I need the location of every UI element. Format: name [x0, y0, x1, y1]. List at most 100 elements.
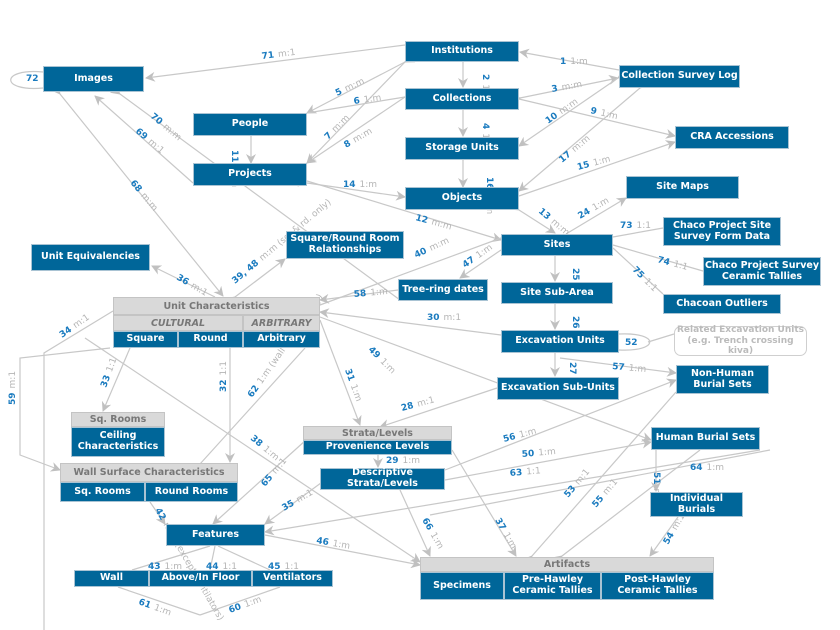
node-site-maps[interactable]: Site Maps: [626, 176, 739, 199]
edge-cardinality: 1:m: [570, 57, 588, 67]
node-images[interactable]: Images: [43, 66, 144, 92]
edge-label-64: 64 1:m: [690, 463, 724, 473]
node-institutions[interactable]: Institutions: [405, 41, 519, 62]
edge-label-35: 35m:1: [281, 488, 315, 514]
node-pre-hawley-ceramic-tallies[interactable]: Pre-Hawley Ceramic Tallies: [504, 572, 601, 600]
edge-number: 10: [544, 111, 560, 126]
edge-label-52: 52: [625, 338, 638, 348]
edge-label-1: 1 1:m: [560, 57, 588, 67]
node-wall[interactable]: Wall: [74, 570, 149, 587]
edge-number: 29: [386, 456, 399, 466]
edge-number: 52: [625, 338, 638, 348]
edge-label-37: 371:m: [492, 517, 518, 551]
edge-14: [297, 176, 406, 201]
edge-number: 1: [560, 57, 566, 67]
node-above-in-floor[interactable]: Above/In Floor: [149, 570, 252, 587]
edge-label-53: 53m:1: [563, 467, 593, 500]
edge-label-40: 40m:m: [413, 236, 451, 261]
edge-label-57: 57 1:m: [612, 362, 647, 375]
node-round[interactable]: Round: [178, 331, 243, 348]
node-objects[interactable]: Objects: [405, 187, 519, 210]
wall-surface-characteristics-header[interactable]: Wall Surface Characteristics: [60, 463, 238, 482]
node-post-hawley-ceramic-tallies[interactable]: Post-Hawley Ceramic Tallies: [601, 572, 714, 600]
edge-number: 53: [563, 484, 579, 500]
node-provenience-levels[interactable]: Provenience Levels: [303, 440, 452, 455]
strata-levels-header: Strata/Levels: [303, 426, 452, 440]
node-people[interactable]: People: [193, 113, 307, 136]
edge-number: 30: [427, 313, 440, 323]
edge-label-8: 8m:m: [343, 127, 375, 151]
node-chacoan-outliers[interactable]: Chacoan Outliers: [663, 294, 781, 314]
edge-label-9: 9 1:m: [589, 106, 618, 122]
node-descriptive-strata-levels[interactable]: Descriptive Strata/Levels: [320, 467, 445, 490]
artifacts-header[interactable]: Artifacts: [420, 557, 714, 572]
edge-number: 28: [400, 401, 415, 414]
edge-number: 5: [334, 87, 344, 99]
edge-28: [379, 387, 498, 429]
edge-cardinality: 1:m: [628, 363, 646, 374]
node-unit-equivalencies[interactable]: Unit Equivalencies: [31, 244, 150, 271]
edge-label-55: 55m:1: [591, 477, 621, 510]
node-specimens[interactable]: Specimens: [420, 572, 504, 600]
node-sites[interactable]: Sites: [501, 234, 613, 256]
edge-number: 69: [133, 127, 149, 143]
edge-number: 64: [690, 463, 703, 473]
edge-label-61: 611:m: [137, 597, 172, 618]
node-individual-burials[interactable]: Individual Burials: [650, 492, 743, 517]
edge-number: 13: [536, 207, 552, 223]
edge-number: 50: [521, 449, 534, 460]
edge-cardinality: m:m: [351, 127, 374, 146]
node-collection-survey-log[interactable]: Collection Survey Log: [619, 65, 740, 88]
node-storage-units[interactable]: Storage Units: [405, 137, 519, 160]
edge-7: [306, 52, 415, 164]
node-projects[interactable]: Projects: [193, 163, 307, 186]
node-square[interactable]: Square: [113, 331, 178, 348]
node-non-human-burial-sets[interactable]: Non-Human Burial Sets: [676, 365, 769, 394]
edge-number: 63: [509, 468, 522, 479]
edge-label-36: 36m:1: [175, 273, 209, 299]
edge-cardinality: 1:m: [591, 196, 611, 213]
node-excavation-sub-units[interactable]: Excavation Sub-Units: [497, 377, 619, 400]
node-collections[interactable]: Collections: [405, 88, 519, 110]
edge-label-3: 3 m:m: [551, 80, 583, 95]
edge-label-59: 59m:1: [8, 371, 18, 405]
edge-cardinality: m:1: [295, 488, 315, 505]
node-excavation-units[interactable]: Excavation Units: [501, 330, 619, 353]
edge-number: 27: [567, 362, 577, 375]
edge-label-73: 73 1:1: [620, 221, 651, 231]
edge-cardinality: 1:m: [332, 539, 351, 552]
edge-cardinality: 1:m: [707, 463, 725, 473]
edge-number: 40: [413, 246, 429, 260]
node-human-burial-sets[interactable]: Human Burial Sets: [651, 427, 760, 450]
node-tree-ring-dates[interactable]: Tree-ring dates: [398, 279, 488, 301]
node-arbitrary[interactable]: Arbitrary: [243, 331, 320, 348]
edge-cardinality: 1:1: [642, 277, 659, 294]
edge-number: 17: [558, 150, 574, 166]
edge-number: 55: [591, 494, 607, 510]
edge-cardinality: m:1: [146, 137, 166, 156]
edge-cardinality: m:1: [72, 313, 92, 331]
edge-cardinality: m:m: [558, 97, 581, 117]
node-square-round-room-relationships[interactable]: Square/Round Room Relationships: [286, 231, 404, 259]
node-cra-accessions[interactable]: CRA Accessions: [675, 126, 789, 149]
edge-label-7: 7m:m: [323, 113, 352, 142]
edge-cardinality: 1:m: [370, 287, 388, 298]
node-ventilators[interactable]: Ventilators: [252, 570, 333, 587]
edge-number: 54: [662, 531, 677, 547]
node-wall-round-rooms[interactable]: Round Rooms: [145, 482, 238, 502]
edge-cardinality: 1:m: [592, 154, 612, 168]
edge-35: [264, 479, 326, 525]
edge-number: 25: [570, 268, 580, 281]
node-features[interactable]: Features: [166, 524, 265, 546]
edge-label-28: 28m:1: [400, 395, 435, 413]
unit-characteristics-header[interactable]: Unit Characteristics: [113, 297, 320, 315]
edge-number: 14: [343, 180, 356, 190]
node-chaco-site-survey[interactable]: Chaco Project Site Survey Form Data: [663, 217, 781, 246]
edge-cardinality: 1:m: [501, 531, 518, 551]
node-wall-sq-rooms[interactable]: Sq. Rooms: [60, 482, 145, 502]
node-ceiling-characteristics[interactable]: Ceiling Characteristics: [71, 427, 165, 457]
node-site-sub-area[interactable]: Site Sub-Area: [501, 282, 613, 304]
edge-cardinality: 1:m: [243, 595, 263, 610]
node-chaco-ceramic-tallies[interactable]: Chaco Project Survey Ceramic Tallies: [703, 257, 821, 286]
edge-cardinality: 1:m: [378, 357, 397, 376]
